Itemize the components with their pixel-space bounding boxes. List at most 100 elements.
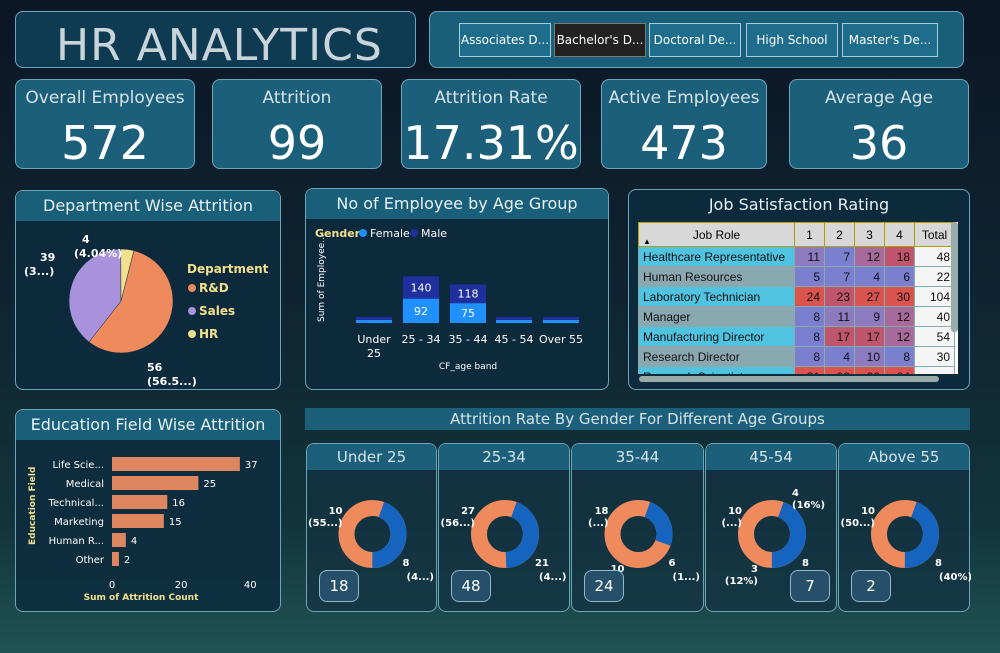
gender-age-section-title: Attrition Rate By Gender For Different A… <box>305 408 970 430</box>
label-male-value: 10 <box>728 506 742 517</box>
table-header: Job Role ▲ 1 2 3 4 Total <box>638 222 955 247</box>
x-tick-label: 40 <box>244 580 257 591</box>
column-header-job-role[interactable]: Job Role ▲ <box>638 222 795 247</box>
label-hr-value: 4 <box>82 233 90 246</box>
bar-female[interactable] <box>543 320 579 323</box>
slicer-doctoral[interactable]: Doctoral De... <box>649 23 741 57</box>
label-bottom-pct: (12%) <box>725 576 758 587</box>
table-row[interactable]: Healthcare Representative 11 7 12 18 48 <box>638 246 955 267</box>
data-label: 37 <box>245 460 258 471</box>
bar[interactable] <box>112 476 199 490</box>
data-label: 25 <box>203 479 216 490</box>
age-group-card: 35-4418(...)6(1...)1024 <box>571 443 704 612</box>
slicer-associates[interactable]: Associates D... <box>459 23 551 57</box>
cell-rating: 8 <box>884 346 915 367</box>
cell-rating: 18 <box>884 246 915 267</box>
legend-sales-dot <box>188 307 196 315</box>
legend-title: Department <box>187 262 269 276</box>
data-label-male: 118 <box>458 288 479 301</box>
table-row[interactable]: Research Director 8 4 10 8 30 <box>638 346 955 367</box>
bar-male[interactable] <box>356 317 392 320</box>
bar-male[interactable] <box>496 317 532 320</box>
cell-rating: 8 <box>794 326 825 347</box>
column-header-4[interactable]: 4 <box>884 222 915 247</box>
table-row[interactable]: Research Scientist31292924 <box>638 366 955 374</box>
kpi-label: Active Employees <box>608 88 760 108</box>
bar-female[interactable] <box>496 320 532 323</box>
cell-rating: 12 <box>884 326 915 347</box>
card-title: Above 55 <box>839 444 969 470</box>
bar-female[interactable] <box>356 320 392 323</box>
label-top-pct: (16%) <box>792 500 825 511</box>
cell-rating: 7 <box>824 246 855 267</box>
cell-rating: 12 <box>884 306 915 327</box>
cell-job-role: Research Director <box>638 346 795 367</box>
education-field-panel: Education Field Wise Attrition Education… <box>15 409 281 612</box>
card-title: 45-54 <box>706 444 836 470</box>
cell-rating: 27 <box>854 286 885 307</box>
cell-job-role: Laboratory Technician <box>638 286 795 307</box>
cell-rating: 24 <box>884 366 915 374</box>
kpi-value: 99 <box>267 116 327 170</box>
cell-rating: 5 <box>794 266 825 287</box>
table-row[interactable]: Laboratory Technician 24 23 27 30 104 <box>638 286 955 307</box>
bar[interactable] <box>112 533 126 547</box>
vertical-scrollbar[interactable] <box>951 222 958 332</box>
column-header-3[interactable]: 3 <box>854 222 885 247</box>
cell-rating: 8 <box>794 346 825 367</box>
label-male-value: 18 <box>595 506 609 517</box>
label-rnd-pct: (56.5...) <box>147 375 197 388</box>
chart-title: No of Employee by Age Group <box>306 189 608 219</box>
label-female-pct: (40%) <box>939 572 971 583</box>
kpi-label: Attrition Rate <box>434 88 548 108</box>
cell-job-role: Research Scientist <box>638 366 795 374</box>
bar[interactable] <box>112 495 168 509</box>
legend-female: Female <box>370 227 410 240</box>
x-tick-label: 20 <box>175 580 188 591</box>
category-label: Marketing <box>54 517 104 528</box>
column-header-2[interactable]: 2 <box>824 222 855 247</box>
bar[interactable] <box>112 514 164 528</box>
cell-total <box>914 366 955 374</box>
x-axis-label: Sum of Attrition Count <box>84 593 199 603</box>
chart-title: Department Wise Attrition <box>16 191 280 221</box>
table-row[interactable]: Human Resources 5 7 4 6 22 <box>638 266 955 287</box>
cell-rating: 7 <box>824 266 855 287</box>
label-female-pct: (1...) <box>673 572 701 583</box>
tick-under-25-a: Under <box>357 333 391 346</box>
column-header-1[interactable]: 1 <box>794 222 825 247</box>
category-label: Other <box>76 555 105 566</box>
bar[interactable] <box>112 552 119 566</box>
label-top-value: 4 <box>792 488 799 499</box>
horizontal-scrollbar[interactable] <box>639 376 939 382</box>
cell-rating: 29 <box>854 366 885 374</box>
slicer-bachelors[interactable]: Bachelor's D... <box>554 23 646 57</box>
tick-under-25-b: 25 <box>367 347 381 360</box>
label-hr-pct: (4.04%) <box>74 247 122 260</box>
age-group-bar-chart: Gender Female Male Sum of Employee... 92… <box>315 227 583 372</box>
bar[interactable] <box>112 457 240 471</box>
label-male-pct: (...) <box>721 518 742 529</box>
label-rnd-value: 56 <box>147 361 163 374</box>
department-pie-chart: 39 (3...) 4 (4.04%) 56 (56.5...) Departm… <box>24 233 269 388</box>
data-label-female: 92 <box>414 305 428 318</box>
tick-45-54: 45 - 54 <box>495 333 534 346</box>
attrition-count-card: 24 <box>584 570 624 602</box>
label-female-value: 8 <box>935 558 942 569</box>
education-bar-chart: Education Field Life Scie... 37 Medical 25 T… <box>28 457 258 603</box>
cell-rating: 24 <box>794 286 825 307</box>
cell-rating: 12 <box>854 246 885 267</box>
slicer-masters[interactable]: Master's De... <box>842 23 938 57</box>
cell-rating: 31 <box>794 366 825 374</box>
column-header-total[interactable]: Total <box>914 222 955 247</box>
chart-title: Education Field Wise Attrition <box>16 410 280 440</box>
table-row[interactable]: Manager 8 11 9 12 40 <box>638 306 955 327</box>
table-row[interactable]: Manufacturing Director 8 17 17 12 54 <box>638 326 955 347</box>
slicer-high-school[interactable]: High School <box>746 23 838 57</box>
cell-total: 40 <box>914 306 955 327</box>
bar-male[interactable] <box>543 317 579 320</box>
label-male-pct: (...) <box>588 518 609 529</box>
card-title: 35-44 <box>572 444 703 470</box>
job-satisfaction-panel: Job Satisfaction Rating Job Role ▲ 1 2 3… <box>628 189 970 390</box>
column-header-label: Job Role <box>692 227 741 242</box>
